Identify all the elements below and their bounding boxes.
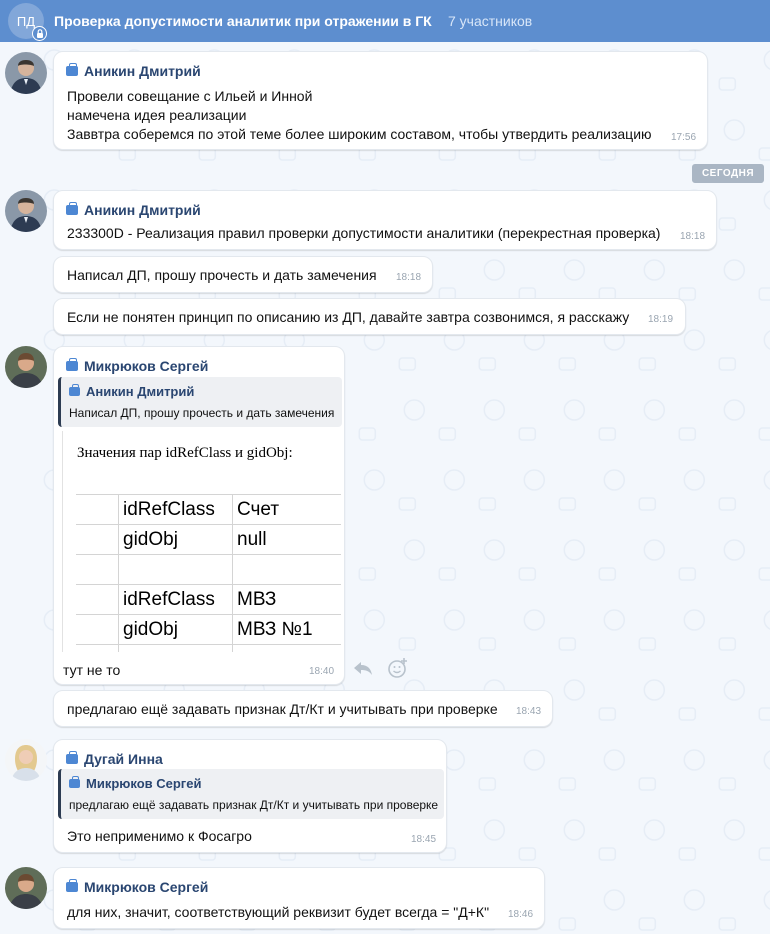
message-text: 233300D - Реализация правил проверки доп… <box>67 225 661 241</box>
chat-title[interactable]: Проверка допустимости аналитик при отраж… <box>54 13 432 29</box>
embedded-document[interactable]: Значения пар idRefClass и gidObj: idRefC… <box>62 431 344 652</box>
message-time: 18:43 <box>516 706 542 717</box>
quoted-sender: Микрюков Сергей <box>69 776 201 791</box>
message-text: предлагаю ещё задавать признак Дт/Кт и у… <box>67 701 498 717</box>
table-cell: gidObj <box>123 619 178 640</box>
employee-icon <box>66 358 78 371</box>
sender-name[interactable]: Аникин Дмитрий <box>66 63 201 79</box>
group-avatar-initials: ПД <box>16 13 36 29</box>
sender-name[interactable]: Аникин Дмитрий <box>66 202 201 218</box>
table-cell: null <box>237 529 267 550</box>
chat-header: ПД Проверка допустимости аналитик при от… <box>0 0 770 42</box>
message-text: тут не то <box>63 662 121 678</box>
employee-icon <box>66 751 78 764</box>
message-text: Заввтра соберемся по этой теме более шир… <box>67 126 652 142</box>
message-text: Провели совещание с Ильей и Инной <box>67 88 313 104</box>
group-avatar[interactable]: ПД <box>8 3 47 41</box>
message-bubble[interactable]: Дугай Инна Микрюков Сергей предлагаю ещё… <box>53 739 447 853</box>
message-bubble[interactable]: предлагаю ещё задавать признак Дт/Кт и у… <box>53 690 553 727</box>
sender-name[interactable]: Дугай Инна <box>66 751 163 767</box>
message-time: 18:19 <box>648 314 674 325</box>
quoted-message[interactable]: Аникин Дмитрий Написал ДП, прошу прочест… <box>58 377 342 427</box>
message-bubble[interactable]: Аникин Дмитрий Провели совещание с Ильей… <box>53 51 708 150</box>
employee-icon <box>66 879 78 892</box>
message-time: 17:56 <box>671 132 697 143</box>
members-count[interactable]: 7 участников <box>448 13 532 29</box>
table-cell: idRefClass <box>123 499 215 520</box>
message-bubble[interactable]: Аникин Дмитрий 233300D - Реализация прав… <box>53 190 717 250</box>
message-bubble[interactable]: Если не понятен принцип по описанию из Д… <box>53 298 686 335</box>
message-text: Написал ДП, прошу прочесть и дать замече… <box>67 267 377 283</box>
quoted-text: предлагаю ещё задавать признак Дт/Кт и у… <box>69 798 439 812</box>
message-time: 18:18 <box>396 272 422 283</box>
message-bubble[interactable]: Микрюков Сергей для них, значит, соответ… <box>53 867 545 929</box>
message-bubble[interactable]: Микрюков Сергей Аникин Дмитрий Написал Д… <box>53 346 345 685</box>
message-time: 18:46 <box>508 909 534 920</box>
message-text: Это неприменимо к Фосагро <box>67 828 252 844</box>
employee-icon <box>66 202 78 215</box>
avatar[interactable] <box>5 346 47 388</box>
message-text: намечена идея реализации <box>67 107 247 123</box>
table-cell: МВЗ №1 <box>237 619 313 640</box>
lock-icon <box>32 26 47 41</box>
emoji-reaction-icon[interactable] <box>387 657 409 679</box>
table-cell: gidObj <box>123 529 178 550</box>
date-divider: СЕГОДНЯ <box>692 164 764 183</box>
quoted-sender: Аникин Дмитрий <box>69 384 194 399</box>
message-time: 18:45 <box>411 834 437 845</box>
employee-icon <box>69 384 80 396</box>
avatar[interactable] <box>5 190 47 232</box>
message-time: 18:18 <box>680 231 706 242</box>
table-cell: idRefClass <box>123 589 215 610</box>
message-text: Если не понятен принцип по описанию из Д… <box>67 309 630 325</box>
quoted-text: Написал ДП, прошу прочесть и дать замече… <box>69 406 335 420</box>
table-cell: Счет <box>237 499 280 520</box>
sender-name[interactable]: Микрюков Сергей <box>66 879 208 895</box>
quoted-message[interactable]: Микрюков Сергей предлагаю ещё задавать п… <box>58 769 444 819</box>
sender-name[interactable]: Микрюков Сергей <box>66 358 208 374</box>
avatar[interactable] <box>5 52 47 94</box>
message-text: для них, значит, соответствующий реквизи… <box>67 904 490 920</box>
employee-icon <box>66 63 78 76</box>
avatar[interactable] <box>5 867 47 909</box>
reply-icon[interactable] <box>352 659 374 677</box>
message-bubble[interactable]: Написал ДП, прошу прочесть и дать замече… <box>53 256 433 293</box>
embedded-title: Значения пар idRefClass и gidObj: <box>77 445 293 461</box>
employee-icon <box>69 776 80 788</box>
avatar[interactable] <box>5 739 47 781</box>
message-time: 18:40 <box>309 666 335 677</box>
table-cell: МВЗ <box>237 589 277 610</box>
